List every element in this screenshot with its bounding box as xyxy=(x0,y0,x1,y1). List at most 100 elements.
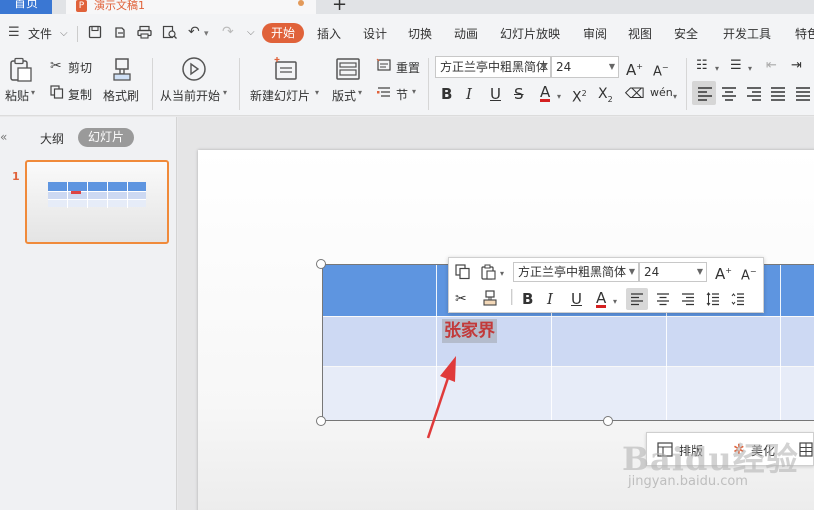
chevron-down-icon[interactable]: ▼ xyxy=(541,57,547,77)
cut-button[interactable]: 剪切 xyxy=(68,59,92,76)
bold-icon[interactable]: B xyxy=(441,86,452,102)
menu-tab-design[interactable]: 设计 xyxy=(363,25,387,42)
section-icon[interactable] xyxy=(376,85,392,99)
align-right-icon[interactable] xyxy=(681,292,695,306)
increase-indent-icon[interactable]: ⇥ xyxy=(791,58,802,74)
play-from-current-button[interactable]: 从当前开始 xyxy=(160,87,220,104)
pinyin-dropdown-icon[interactable]: ▾ xyxy=(673,89,677,105)
bullet-dropdown-icon[interactable]: ▾ xyxy=(715,61,719,77)
menu-tab-developer[interactable]: 开发工具 xyxy=(723,25,771,42)
format-painter-icon[interactable] xyxy=(482,290,498,306)
menu-tab-animation[interactable]: 动画 xyxy=(454,25,478,42)
line-spacing-icon[interactable] xyxy=(706,292,720,306)
menu-tab-special[interactable]: 特色 xyxy=(795,25,814,42)
file-menu[interactable]: 文件 xyxy=(28,25,52,42)
font-color-dropdown-icon[interactable]: ▾ xyxy=(557,89,561,105)
font-color-dropdown-icon[interactable]: ▾ xyxy=(613,295,617,309)
paste-button[interactable]: 粘贴 xyxy=(5,87,29,104)
font-size-combo[interactable]: 24 ▼ xyxy=(551,56,619,78)
menu-tab-view[interactable]: 视图 xyxy=(628,25,652,42)
increase-font-icon[interactable]: A+ xyxy=(626,59,643,78)
format-painter-icon[interactable] xyxy=(110,56,134,82)
print-icon[interactable] xyxy=(137,25,153,39)
paragraph-spacing-icon[interactable] xyxy=(731,292,745,306)
table-row[interactable] xyxy=(322,367,814,420)
scissors-icon[interactable]: ✂ xyxy=(455,292,467,306)
new-slide-button[interactable]: 新建幻灯片 xyxy=(250,87,310,104)
align-right-icon[interactable] xyxy=(746,85,762,101)
play-icon[interactable] xyxy=(181,56,207,82)
decrease-font-icon[interactable]: A− xyxy=(741,265,757,283)
align-left-icon[interactable] xyxy=(697,85,713,101)
eraser-icon[interactable]: ⌫ xyxy=(625,86,645,102)
play-dropdown-icon[interactable]: ▾ xyxy=(223,88,227,97)
table-icon[interactable] xyxy=(799,442,813,458)
decrease-font-icon[interactable]: A− xyxy=(653,60,669,80)
font-name-combo[interactable]: 方正兰亭中粗黑简体 ▼ xyxy=(435,56,551,78)
new-tab-button[interactable]: + xyxy=(332,0,347,14)
numbered-list-icon[interactable]: ☰ xyxy=(730,58,742,74)
print-preview-icon[interactable] xyxy=(162,25,178,39)
pinyin-guide-icon[interactable]: wén xyxy=(650,85,673,101)
tab-slides[interactable]: 幻灯片 xyxy=(78,128,134,147)
save-icon[interactable] xyxy=(88,25,102,39)
align-center-icon[interactable] xyxy=(656,292,670,306)
mini-font-name-combo[interactable]: 方正兰亭中粗黑简体 ▼ xyxy=(513,262,639,282)
numbered-dropdown-icon[interactable]: ▾ xyxy=(748,61,752,77)
copy-icon[interactable] xyxy=(455,264,471,280)
paste-icon[interactable] xyxy=(481,264,497,280)
home-tab[interactable]: 首页 xyxy=(0,0,52,14)
chevron-down-icon[interactable]: ⌵ xyxy=(60,27,68,41)
font-color-icon[interactable]: A xyxy=(540,85,551,102)
paste-dropdown-icon[interactable]: ▾ xyxy=(500,267,504,281)
menu-tab-transition[interactable]: 切换 xyxy=(408,25,432,42)
menu-tab-start[interactable]: 开始 xyxy=(262,23,304,43)
layout-icon[interactable] xyxy=(335,56,361,82)
table-row[interactable] xyxy=(322,317,814,366)
chevron-down-icon[interactable]: ▼ xyxy=(609,57,615,77)
subscript-icon[interactable]: X2 xyxy=(598,86,613,108)
document-tab[interactable]: P 演示文稿1 xyxy=(66,0,316,14)
bold-icon[interactable]: B xyxy=(522,292,533,307)
menu-tab-review[interactable]: 审阅 xyxy=(583,25,607,42)
superscript-icon[interactable]: X2 xyxy=(572,86,587,106)
increase-font-icon[interactable]: A+ xyxy=(715,264,732,282)
mini-font-size-combo[interactable]: 24 ▼ xyxy=(639,262,707,282)
underline-icon[interactable]: U xyxy=(490,86,501,102)
reset-icon[interactable] xyxy=(376,58,392,72)
font-color-icon[interactable]: A xyxy=(596,291,607,308)
resize-handle[interactable] xyxy=(316,259,326,269)
paste-icon[interactable] xyxy=(9,57,33,83)
align-center-icon[interactable] xyxy=(721,85,737,101)
new-slide-icon[interactable] xyxy=(272,56,300,82)
chevron-down-icon[interactable]: ▼ xyxy=(697,263,703,281)
align-left-icon[interactable] xyxy=(630,292,644,306)
decrease-indent-icon[interactable]: ⇤ xyxy=(766,58,777,74)
bullet-list-icon[interactable]: ☷ xyxy=(696,58,708,74)
new-slide-dropdown-icon[interactable]: ▾ xyxy=(315,88,319,97)
slide-thumbnail[interactable] xyxy=(25,160,169,244)
menu-tab-security[interactable]: 安全 xyxy=(674,25,698,42)
justify-icon[interactable] xyxy=(770,85,786,101)
sparkle-icon[interactable]: ✲ xyxy=(733,443,745,457)
paste-dropdown-icon[interactable]: ▾ xyxy=(31,88,35,97)
undo-dropdown-icon[interactable]: ▾ xyxy=(204,27,209,41)
tab-outline[interactable]: 大纲 xyxy=(40,130,64,147)
layout-quick-button[interactable]: 排版 xyxy=(679,442,703,459)
section-dropdown-icon[interactable]: ▾ xyxy=(412,87,416,96)
redo-icon[interactable]: ↷ xyxy=(222,25,234,39)
beautify-quick-button[interactable]: 美化 xyxy=(751,442,775,459)
italic-icon[interactable]: I xyxy=(466,86,472,102)
copy-button[interactable]: 复制 xyxy=(68,86,92,103)
chevron-down-icon[interactable]: ▼ xyxy=(629,263,635,281)
menu-tab-insert[interactable]: 插入 xyxy=(317,25,341,42)
reset-button[interactable]: 重置 xyxy=(396,59,420,76)
layout-button[interactable]: 版式 xyxy=(332,87,356,104)
italic-icon[interactable]: I xyxy=(547,292,553,307)
layout-dropdown-icon[interactable]: ▾ xyxy=(358,88,362,97)
copy-icon[interactable] xyxy=(50,85,64,99)
scissors-icon[interactable]: ✂ xyxy=(50,59,62,73)
collapse-panel-icon[interactable]: « xyxy=(0,130,7,144)
selected-cell-text[interactable]: 张家界 xyxy=(442,319,497,343)
more-chevron-icon[interactable]: ⌵ xyxy=(247,26,255,40)
